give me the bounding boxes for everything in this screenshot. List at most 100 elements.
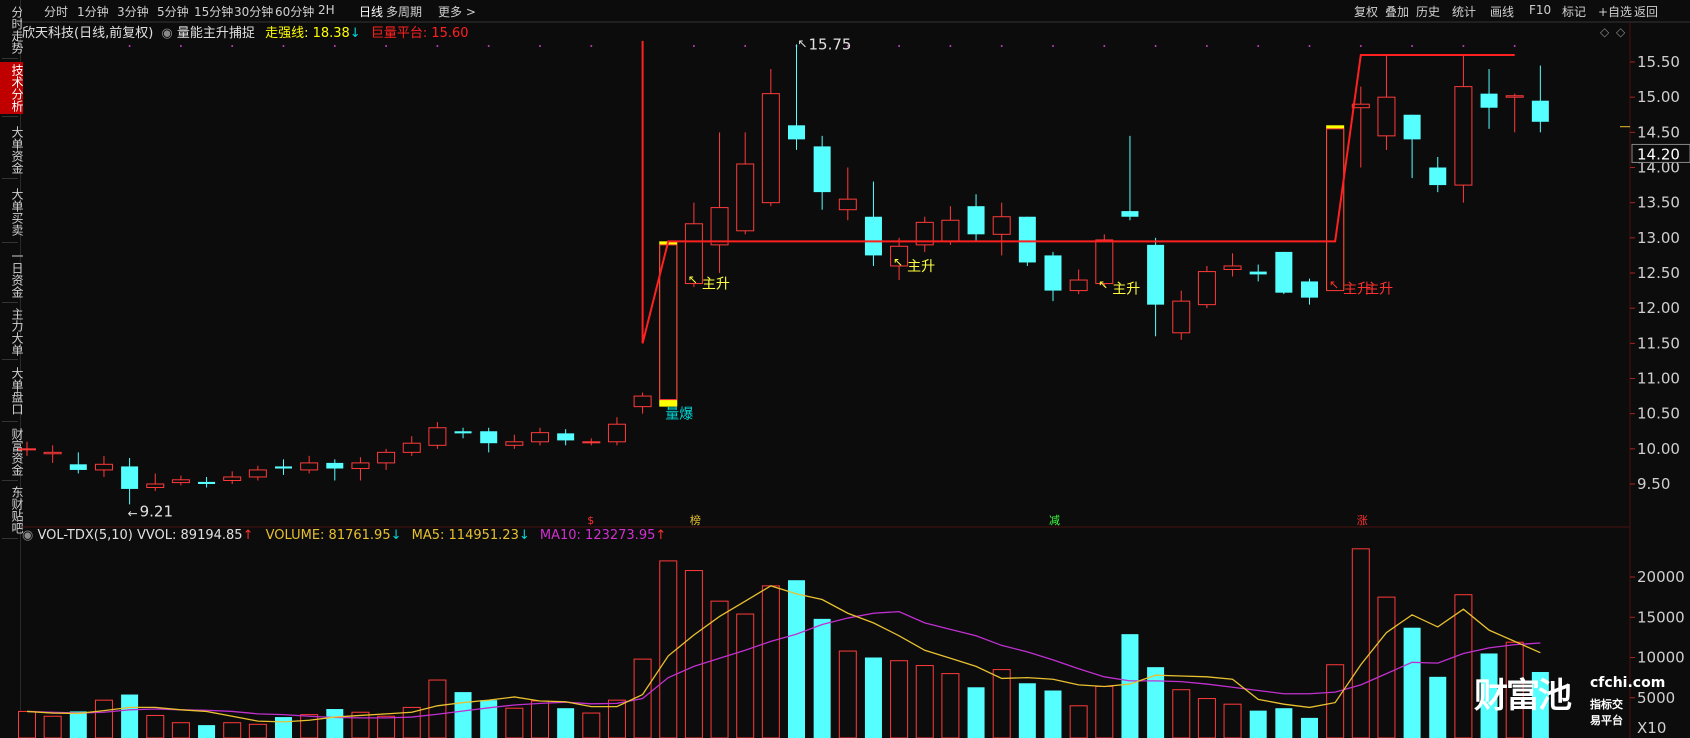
current-price-label: 14.20 [1637, 145, 1680, 163]
price-tick-label: 13.00 [1637, 229, 1680, 247]
candle-body [505, 441, 524, 446]
candle-body [710, 207, 729, 246]
vol-tick-label: 20000 [1637, 568, 1685, 586]
candle-body [223, 476, 242, 481]
signal-dot [1103, 45, 1106, 47]
candle-body [788, 125, 805, 140]
price-tick-label: 11.50 [1637, 334, 1680, 352]
price-tick-label: 13.50 [1637, 194, 1680, 212]
event-marker[interactable]: 涨 [1357, 514, 1368, 527]
volume-bar [505, 707, 524, 738]
volume-bar [171, 722, 190, 738]
arrow-icon: ↖ [893, 255, 903, 269]
candle-body [402, 442, 421, 453]
vol-tick-label: 15000 [1637, 608, 1685, 626]
candle-body [941, 219, 960, 242]
volume-bar [736, 613, 755, 738]
event-marker[interactable]: 榜 [690, 513, 701, 527]
volume-bar [1121, 634, 1139, 738]
signal-dot [1462, 45, 1465, 47]
signal-dot [1359, 45, 1362, 47]
volume-bar [1095, 685, 1114, 738]
signal-dot [1513, 45, 1516, 47]
volume-bar [454, 692, 472, 738]
volume-bar [1172, 689, 1191, 738]
event-marker[interactable]: 减 [1049, 514, 1060, 527]
rise-signal-label: 主升 [702, 277, 730, 293]
stock-chart[interactable]: 15.5015.0014.5014.0013.5013.0012.5012.00… [0, 0, 1690, 738]
price-tick-label: 11.00 [1637, 370, 1680, 388]
signal-dot [333, 45, 336, 47]
candle-body [1197, 271, 1216, 306]
price-tick-label: 10.00 [1637, 440, 1680, 458]
candle-body [377, 451, 396, 464]
volume-bar [428, 679, 447, 738]
high-label: 15.75 [809, 35, 852, 53]
volume-bar [1275, 708, 1293, 738]
signal-dot [436, 45, 439, 47]
watermark: 财富池 cfchi.com 指标交易平台 [1474, 668, 1665, 727]
candle-body [607, 423, 626, 443]
arrow-icon: ↖ [798, 36, 808, 50]
volume-bar [480, 700, 498, 738]
candle-body [198, 481, 216, 484]
signal-dot [1205, 45, 1208, 47]
burst-signal-label: 量爆 [665, 407, 693, 423]
candle-body [1531, 100, 1549, 122]
candle-body [1301, 281, 1318, 298]
diamond-icon: ◇ [1616, 25, 1626, 39]
volume-bar [992, 669, 1011, 738]
candle-body [171, 479, 190, 484]
candle-body [1429, 167, 1447, 186]
ma10-line [26, 610, 1541, 719]
volume-bar [684, 570, 703, 738]
signal-dot [128, 45, 131, 47]
volume-bar [531, 700, 549, 738]
candle-body [69, 464, 87, 470]
rise-signal-label: 主升 [1365, 281, 1393, 297]
vol-unit-label: X10 [1637, 719, 1666, 737]
candle-body [121, 466, 139, 489]
signal-dot [487, 45, 490, 47]
signal-dot [539, 45, 541, 47]
price-tick-label: 15.00 [1637, 88, 1680, 106]
signal-dot [898, 45, 901, 47]
volume-bar [326, 709, 344, 738]
candle-body [1480, 93, 1498, 108]
candle-body [248, 469, 267, 478]
rise-signal-label: 主升 [907, 259, 935, 275]
candle-body [531, 432, 549, 443]
candle-body [967, 206, 985, 235]
volume-bar [582, 712, 601, 738]
watermark-brand: 财富池 [1474, 676, 1572, 716]
volume-bar [607, 699, 626, 738]
volume-bar [1018, 683, 1036, 738]
candle-body [557, 433, 575, 441]
volume-bar [1454, 594, 1473, 738]
candle-body [1275, 251, 1293, 293]
volume-bar [248, 723, 267, 738]
candle-body [633, 395, 652, 408]
volume-bar [1326, 664, 1345, 738]
candle-body [1121, 211, 1139, 217]
vol-tick-label: 10000 [1637, 649, 1685, 667]
candle-body [864, 216, 882, 256]
candle-body [18, 448, 36, 451]
candle-body [1377, 96, 1396, 137]
volume-bar [813, 618, 831, 738]
price-tick-label: 10.50 [1637, 405, 1680, 423]
volume-bar [121, 694, 139, 738]
volume-bar [1223, 703, 1242, 738]
event-marker[interactable]: $ [587, 514, 594, 527]
rise-signal-label: 主升 [1112, 281, 1140, 297]
volume-bar [146, 714, 165, 738]
signal-dot [1154, 45, 1157, 47]
candle-body [146, 483, 165, 489]
price-tick-label: 14.50 [1637, 123, 1680, 141]
signal-dot [590, 45, 593, 47]
volume-bar [941, 673, 960, 738]
candle-body [326, 462, 344, 469]
candle-body [1403, 114, 1421, 140]
volume-bar [1249, 710, 1267, 738]
diamond-icon: ◇ [1600, 25, 1610, 39]
